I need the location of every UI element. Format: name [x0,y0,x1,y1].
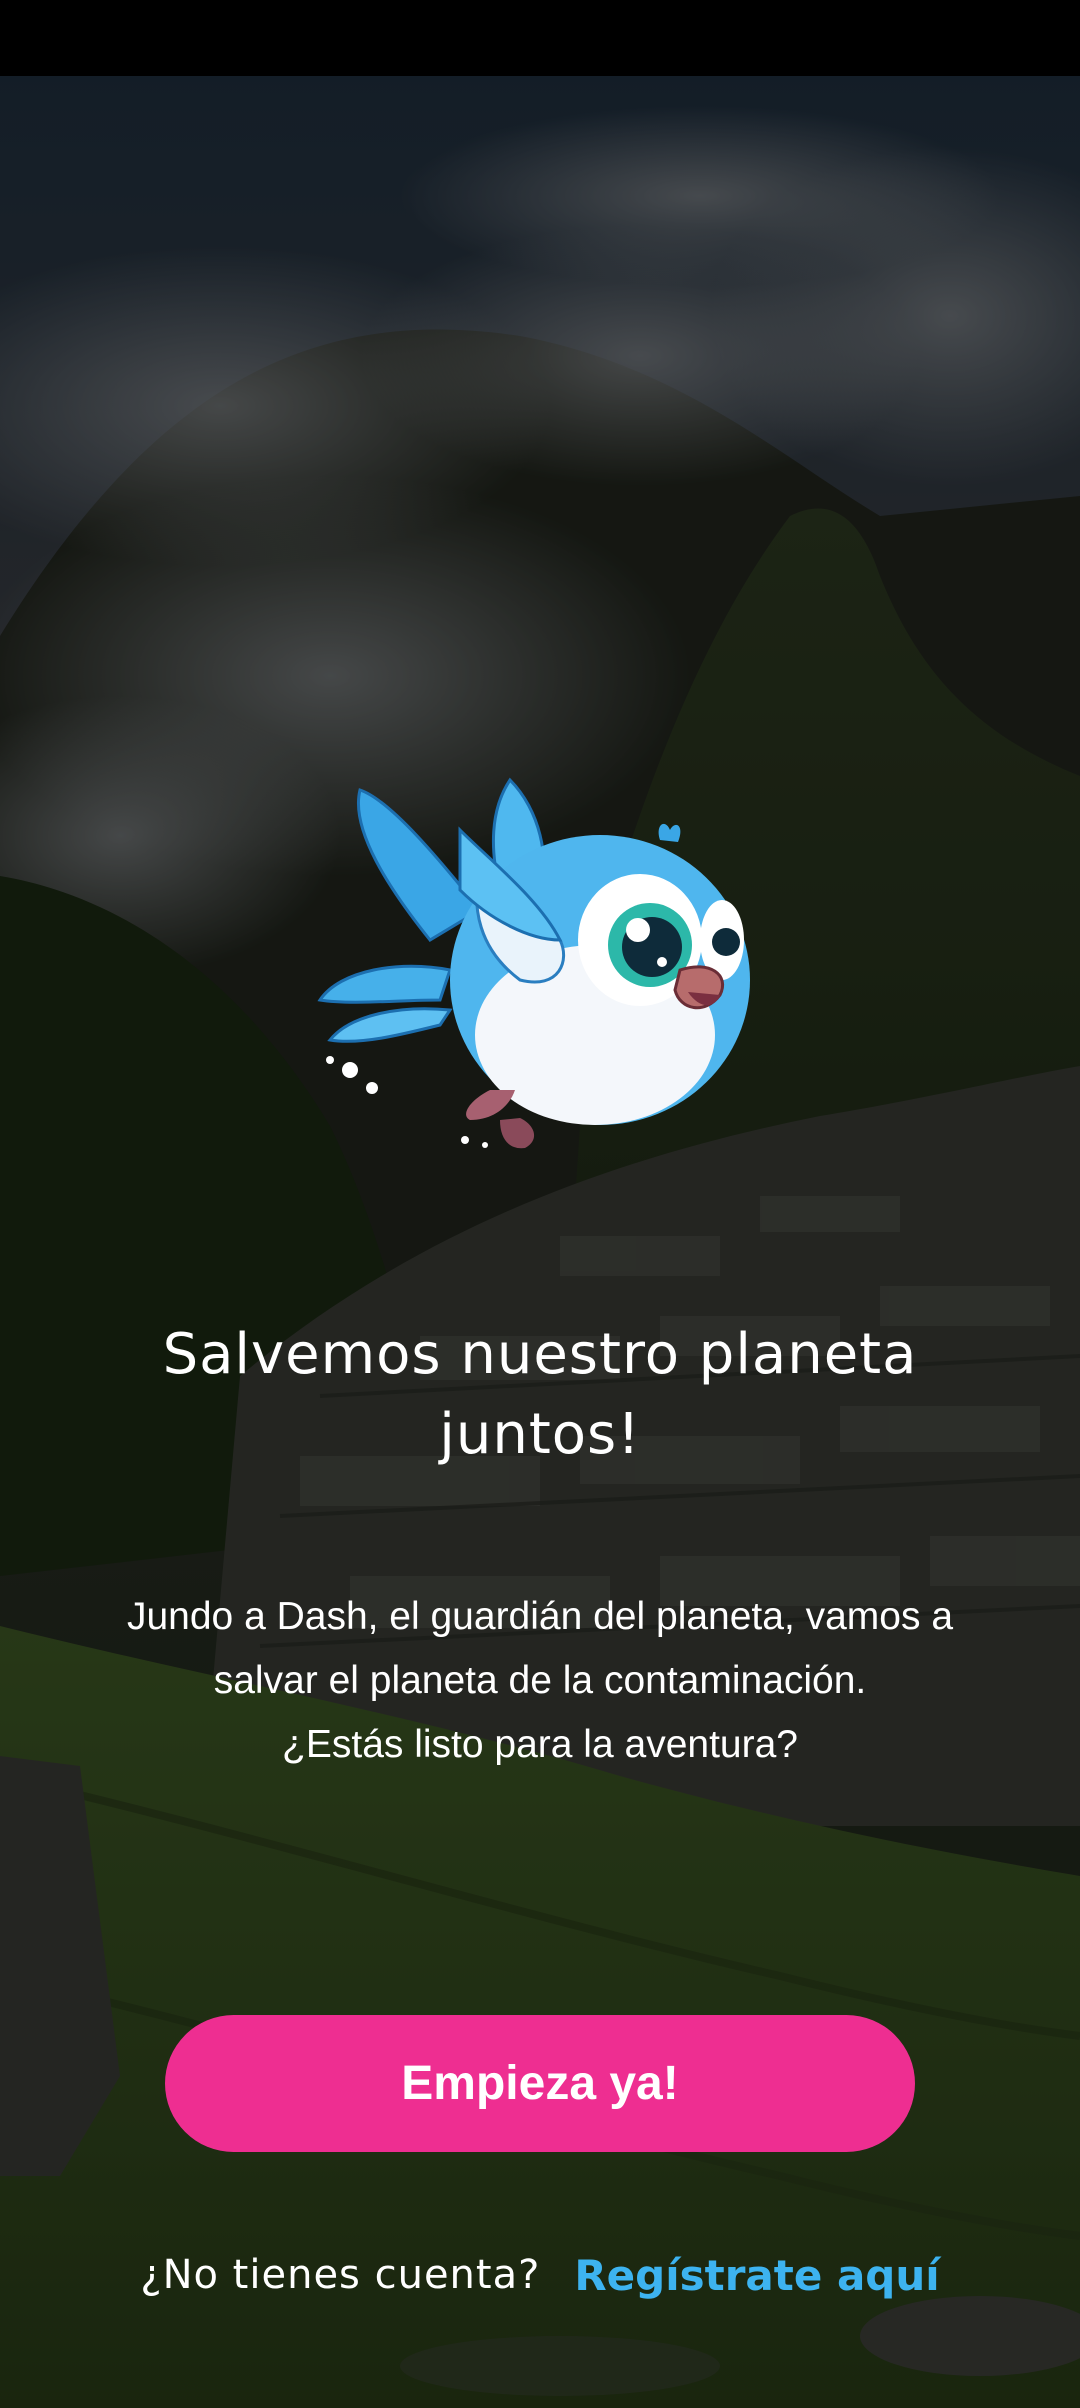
description-line-3: ¿Estás listo para la aventura? [282,1723,798,1766]
title-line-2: juntos! [439,1402,641,1467]
signup-row: ¿No tienes cuenta? Regístrate aquí [0,2240,1080,2310]
bird-mascot-illustration [310,770,770,1190]
start-button[interactable]: Empieza ya! [165,2015,915,2152]
page-title: Salvemos nuestro planeta juntos! [100,1315,980,1475]
title-line-1: Salvemos nuestro planeta [162,1322,918,1387]
signup-link[interactable]: Regístrate aquí [574,2251,939,2300]
status-bar [0,0,1080,76]
intro-description: Jundo a Dash, el guardián del planeta, v… [80,1585,1000,1777]
description-line-2: salvar el planeta de la contaminación. [213,1659,867,1702]
description-line-1: Jundo a Dash, el guardián del planeta, v… [126,1595,954,1638]
signup-prompt-text: ¿No tienes cuenta? [140,2252,541,2298]
